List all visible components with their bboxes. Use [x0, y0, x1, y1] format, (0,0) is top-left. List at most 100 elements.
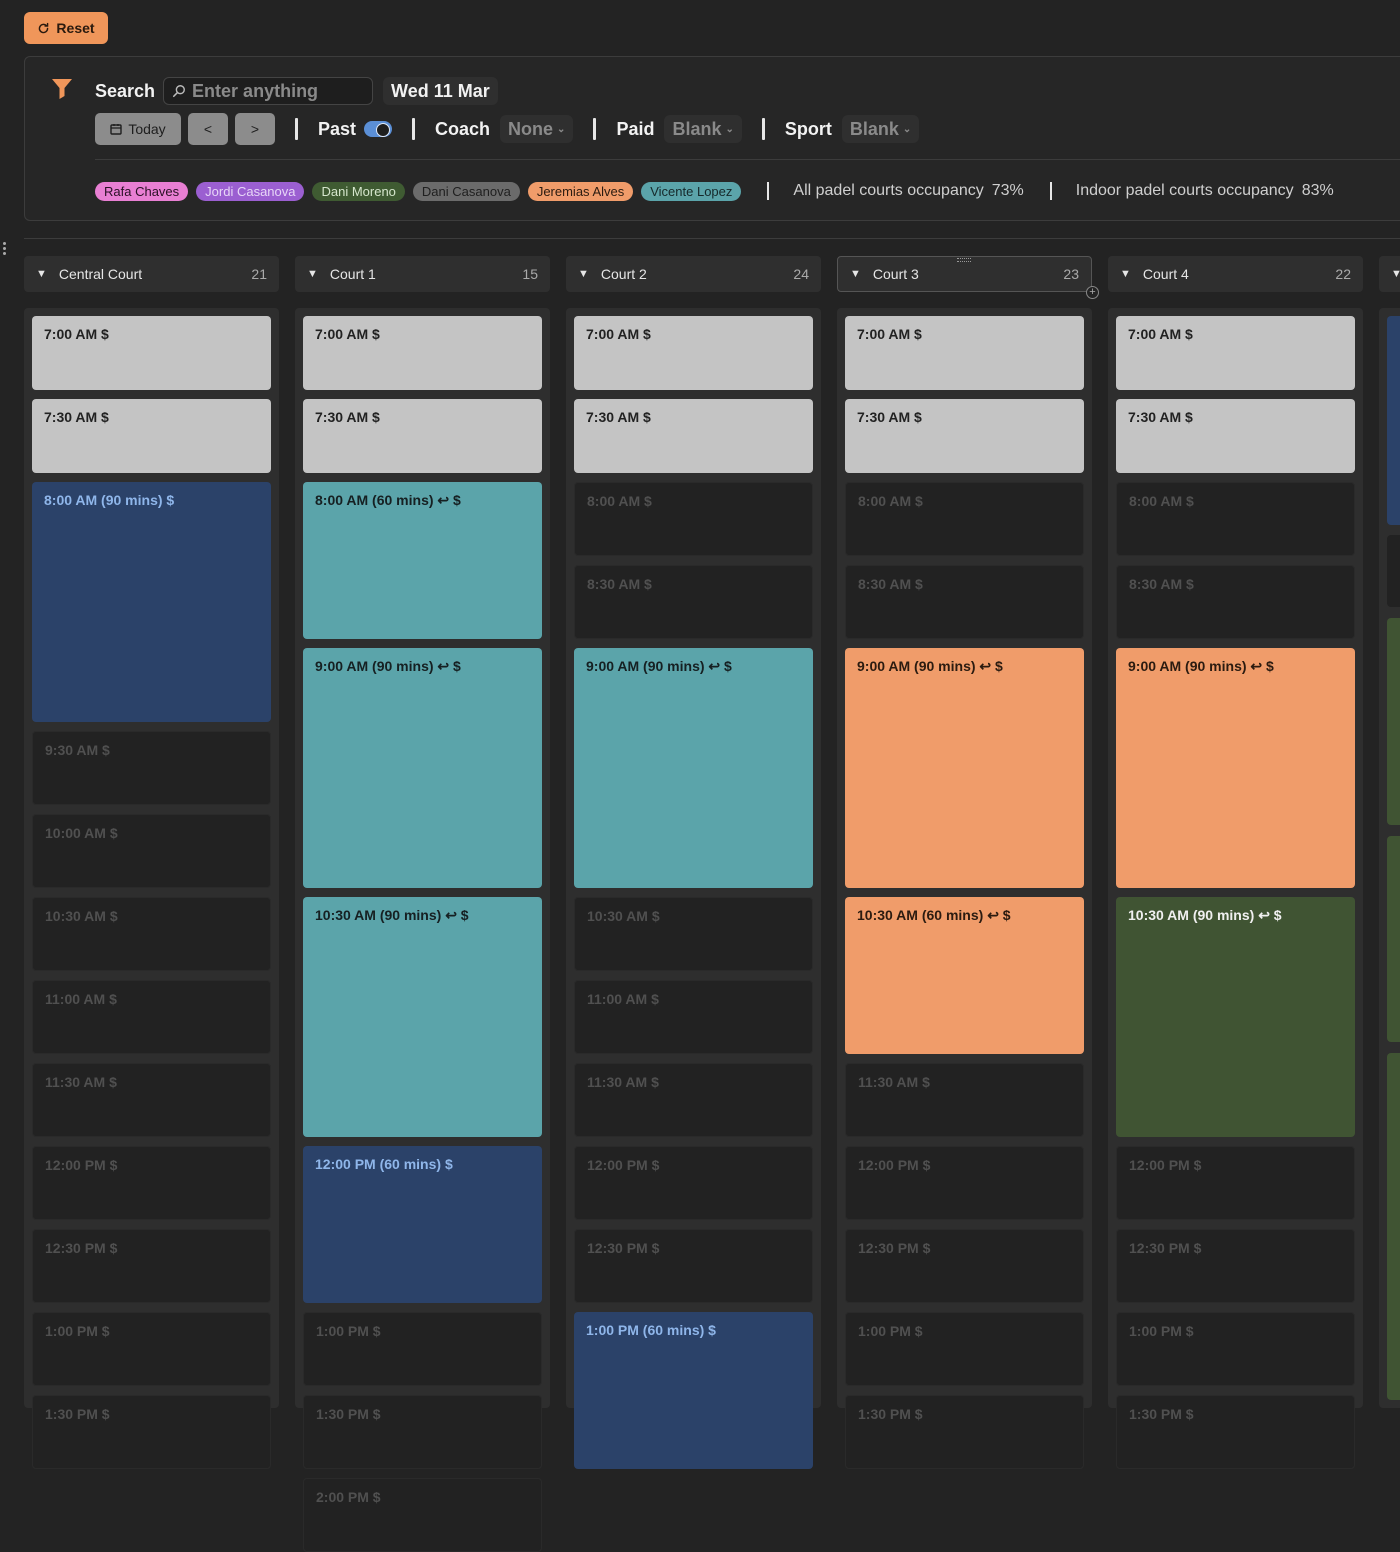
booking-card[interactable]: 10:30 AM (90 mins) ↩ $	[303, 897, 542, 1137]
time-slot[interactable]: 12:00 PM $	[845, 1146, 1084, 1220]
search-field[interactable]	[163, 77, 374, 105]
time-slot[interactable]: 12:00 PM $	[1116, 1146, 1355, 1220]
past-toggle[interactable]	[364, 121, 393, 137]
time-slot[interactable]: 7:30 AM $	[303, 399, 542, 473]
time-slot[interactable]: 1:30 PM $	[303, 1395, 542, 1469]
time-slot[interactable]: 8:30 AM $	[845, 565, 1084, 639]
time-slot[interactable]: 8:00 AM $	[845, 482, 1084, 556]
date-picker[interactable]: Wed 11 Mar	[383, 77, 498, 105]
sport-value: Blank	[849, 118, 899, 139]
time-slot[interactable]: 8:00 AM $	[1116, 482, 1355, 556]
booking-card[interactable]: 9:00 AM (90 mins) ↩ $	[845, 648, 1084, 888]
time-slot[interactable]: 11:30 AM $	[845, 1063, 1084, 1137]
collapse-triangle-icon[interactable]: ▼	[578, 268, 589, 280]
booking-card[interactable]: 9:00 AM (90 mins) ↩ $	[1116, 648, 1355, 888]
booking-card[interactable]: 1:00 PM (60 mins) $	[574, 1312, 813, 1469]
time-slot[interactable]: 7:00 AM $	[845, 316, 1084, 390]
coach-tag[interactable]: Jeremias Alves	[527, 181, 634, 201]
occupancy-all-label: All padel courts occupancy	[793, 182, 984, 199]
search-input[interactable]	[192, 80, 363, 102]
search-label: Search	[95, 80, 156, 101]
booking-card[interactable]: 9:00 AM (90 mins) ↩ $	[303, 648, 542, 888]
coach-tag[interactable]: Rafa Chaves	[95, 181, 189, 201]
chevron-down-icon: ⌄	[725, 123, 734, 135]
time-slot[interactable]: 1:00 PM $	[32, 1312, 271, 1386]
time-slot[interactable]: 1:30 PM $	[32, 1395, 271, 1469]
coach-tag[interactable]: Dani Moreno	[312, 181, 405, 201]
booking-card[interactable]	[1387, 618, 1400, 825]
booking-card[interactable]: 10:30 AM (90 mins) ↩ $	[1116, 897, 1355, 1137]
coach-tag[interactable]: Vicente Lopez	[641, 181, 742, 201]
coach-tag[interactable]: Dani Casanova	[412, 181, 520, 201]
prev-day-button[interactable]: <	[188, 113, 228, 145]
time-slot[interactable]: 10:00 AM $	[32, 814, 271, 888]
time-slot[interactable]: 7:30 AM $	[32, 399, 271, 473]
time-slot[interactable]: 7:00 AM $	[1116, 316, 1355, 390]
time-slot[interactable]: 11:00 AM $	[574, 980, 813, 1054]
time-slot[interactable]: 7:00 AM $	[32, 316, 271, 390]
past-label: Past	[318, 118, 357, 139]
kebab-menu-icon[interactable]	[3, 242, 6, 256]
reset-button[interactable]: Reset	[24, 12, 108, 44]
today-button[interactable]: Today	[95, 113, 181, 145]
booking-card[interactable]	[1387, 836, 1400, 1042]
coach-dropdown[interactable]: None ⌄	[500, 115, 574, 143]
booking-card[interactable]: 8:00 AM (60 mins) ↩ $	[303, 482, 542, 639]
court-header[interactable]: ▼ Court 4 22	[1108, 256, 1363, 292]
search-icon	[173, 85, 185, 98]
booking-card[interactable]	[1387, 316, 1400, 525]
booking-card[interactable]	[1387, 1053, 1400, 1400]
collapse-triangle-icon[interactable]: ▼	[850, 268, 861, 280]
next-day-button[interactable]: >	[235, 113, 275, 145]
paid-label: Paid	[616, 118, 655, 139]
time-slot[interactable]: 12:30 PM $	[845, 1229, 1084, 1303]
collapse-triangle-icon[interactable]: ▼	[1120, 268, 1131, 280]
time-slot[interactable]: 1:00 PM $	[303, 1312, 542, 1386]
court-header[interactable]: ▼ Court 1 15	[295, 256, 550, 292]
time-slot[interactable]: 10:30 AM $	[574, 897, 813, 971]
booking-card[interactable]: 12:00 PM (60 mins) $	[303, 1146, 542, 1303]
date-label: Wed 11 Mar	[391, 80, 490, 101]
time-slot[interactable]: 9:30 AM $	[32, 731, 271, 805]
sport-dropdown[interactable]: Blank ⌄	[841, 115, 920, 143]
court-header[interactable]: ▼ Court 2 24	[566, 256, 821, 292]
time-slot[interactable]: 7:30 AM $	[1116, 399, 1355, 473]
court-header[interactable]: ▼	[1379, 256, 1400, 292]
time-slot[interactable]: 12:00 PM $	[32, 1146, 271, 1220]
today-label: Today	[128, 121, 166, 137]
add-column-icon[interactable]: +	[1086, 286, 1099, 299]
time-slot[interactable]: 7:30 AM $	[574, 399, 813, 473]
time-slot[interactable]: 12:30 PM $	[1116, 1229, 1355, 1303]
booking-card[interactable]	[1387, 535, 1400, 607]
drag-handle-icon[interactable]	[957, 258, 971, 262]
paid-dropdown[interactable]: Blank ⌄	[664, 115, 742, 143]
time-slot[interactable]: 11:00 AM $	[32, 980, 271, 1054]
collapse-triangle-icon[interactable]: ▼	[307, 268, 318, 280]
time-slot[interactable]: 2:00 PM $	[303, 1478, 542, 1552]
time-slot[interactable]: 12:00 PM $	[574, 1146, 813, 1220]
time-slot[interactable]: 7:00 AM $	[303, 316, 542, 390]
time-slot[interactable]: 12:30 PM $	[32, 1229, 271, 1303]
court-header[interactable]: ▼ Central Court 21	[24, 256, 279, 292]
time-slot[interactable]: 7:00 AM $	[574, 316, 813, 390]
time-slot[interactable]: 1:00 PM $	[845, 1312, 1084, 1386]
time-slot[interactable]: 8:30 AM $	[574, 565, 813, 639]
calendar-icon	[110, 124, 123, 135]
booking-card[interactable]: 8:00 AM (90 mins) $	[32, 482, 271, 722]
time-slot[interactable]: 1:30 PM $	[1116, 1395, 1355, 1469]
booking-card[interactable]: 10:30 AM (60 mins) ↩ $	[845, 897, 1084, 1054]
time-slot[interactable]: 8:30 AM $	[1116, 565, 1355, 639]
booking-card[interactable]: 9:00 AM (90 mins) ↩ $	[574, 648, 813, 888]
time-slot[interactable]: 1:30 PM $	[845, 1395, 1084, 1469]
time-slot[interactable]: 12:30 PM $	[574, 1229, 813, 1303]
time-slot[interactable]: 11:30 AM $	[574, 1063, 813, 1137]
collapse-triangle-icon[interactable]: ▼	[1391, 268, 1400, 280]
separator	[1049, 182, 1052, 200]
time-slot[interactable]: 11:30 AM $	[32, 1063, 271, 1137]
collapse-triangle-icon[interactable]: ▼	[36, 268, 47, 280]
time-slot[interactable]: 10:30 AM $	[32, 897, 271, 971]
time-slot[interactable]: 8:00 AM $	[574, 482, 813, 556]
time-slot[interactable]: 7:30 AM $	[845, 399, 1084, 473]
time-slot[interactable]: 1:00 PM $	[1116, 1312, 1355, 1386]
coach-tag[interactable]: Jordi Casanova	[196, 181, 305, 201]
